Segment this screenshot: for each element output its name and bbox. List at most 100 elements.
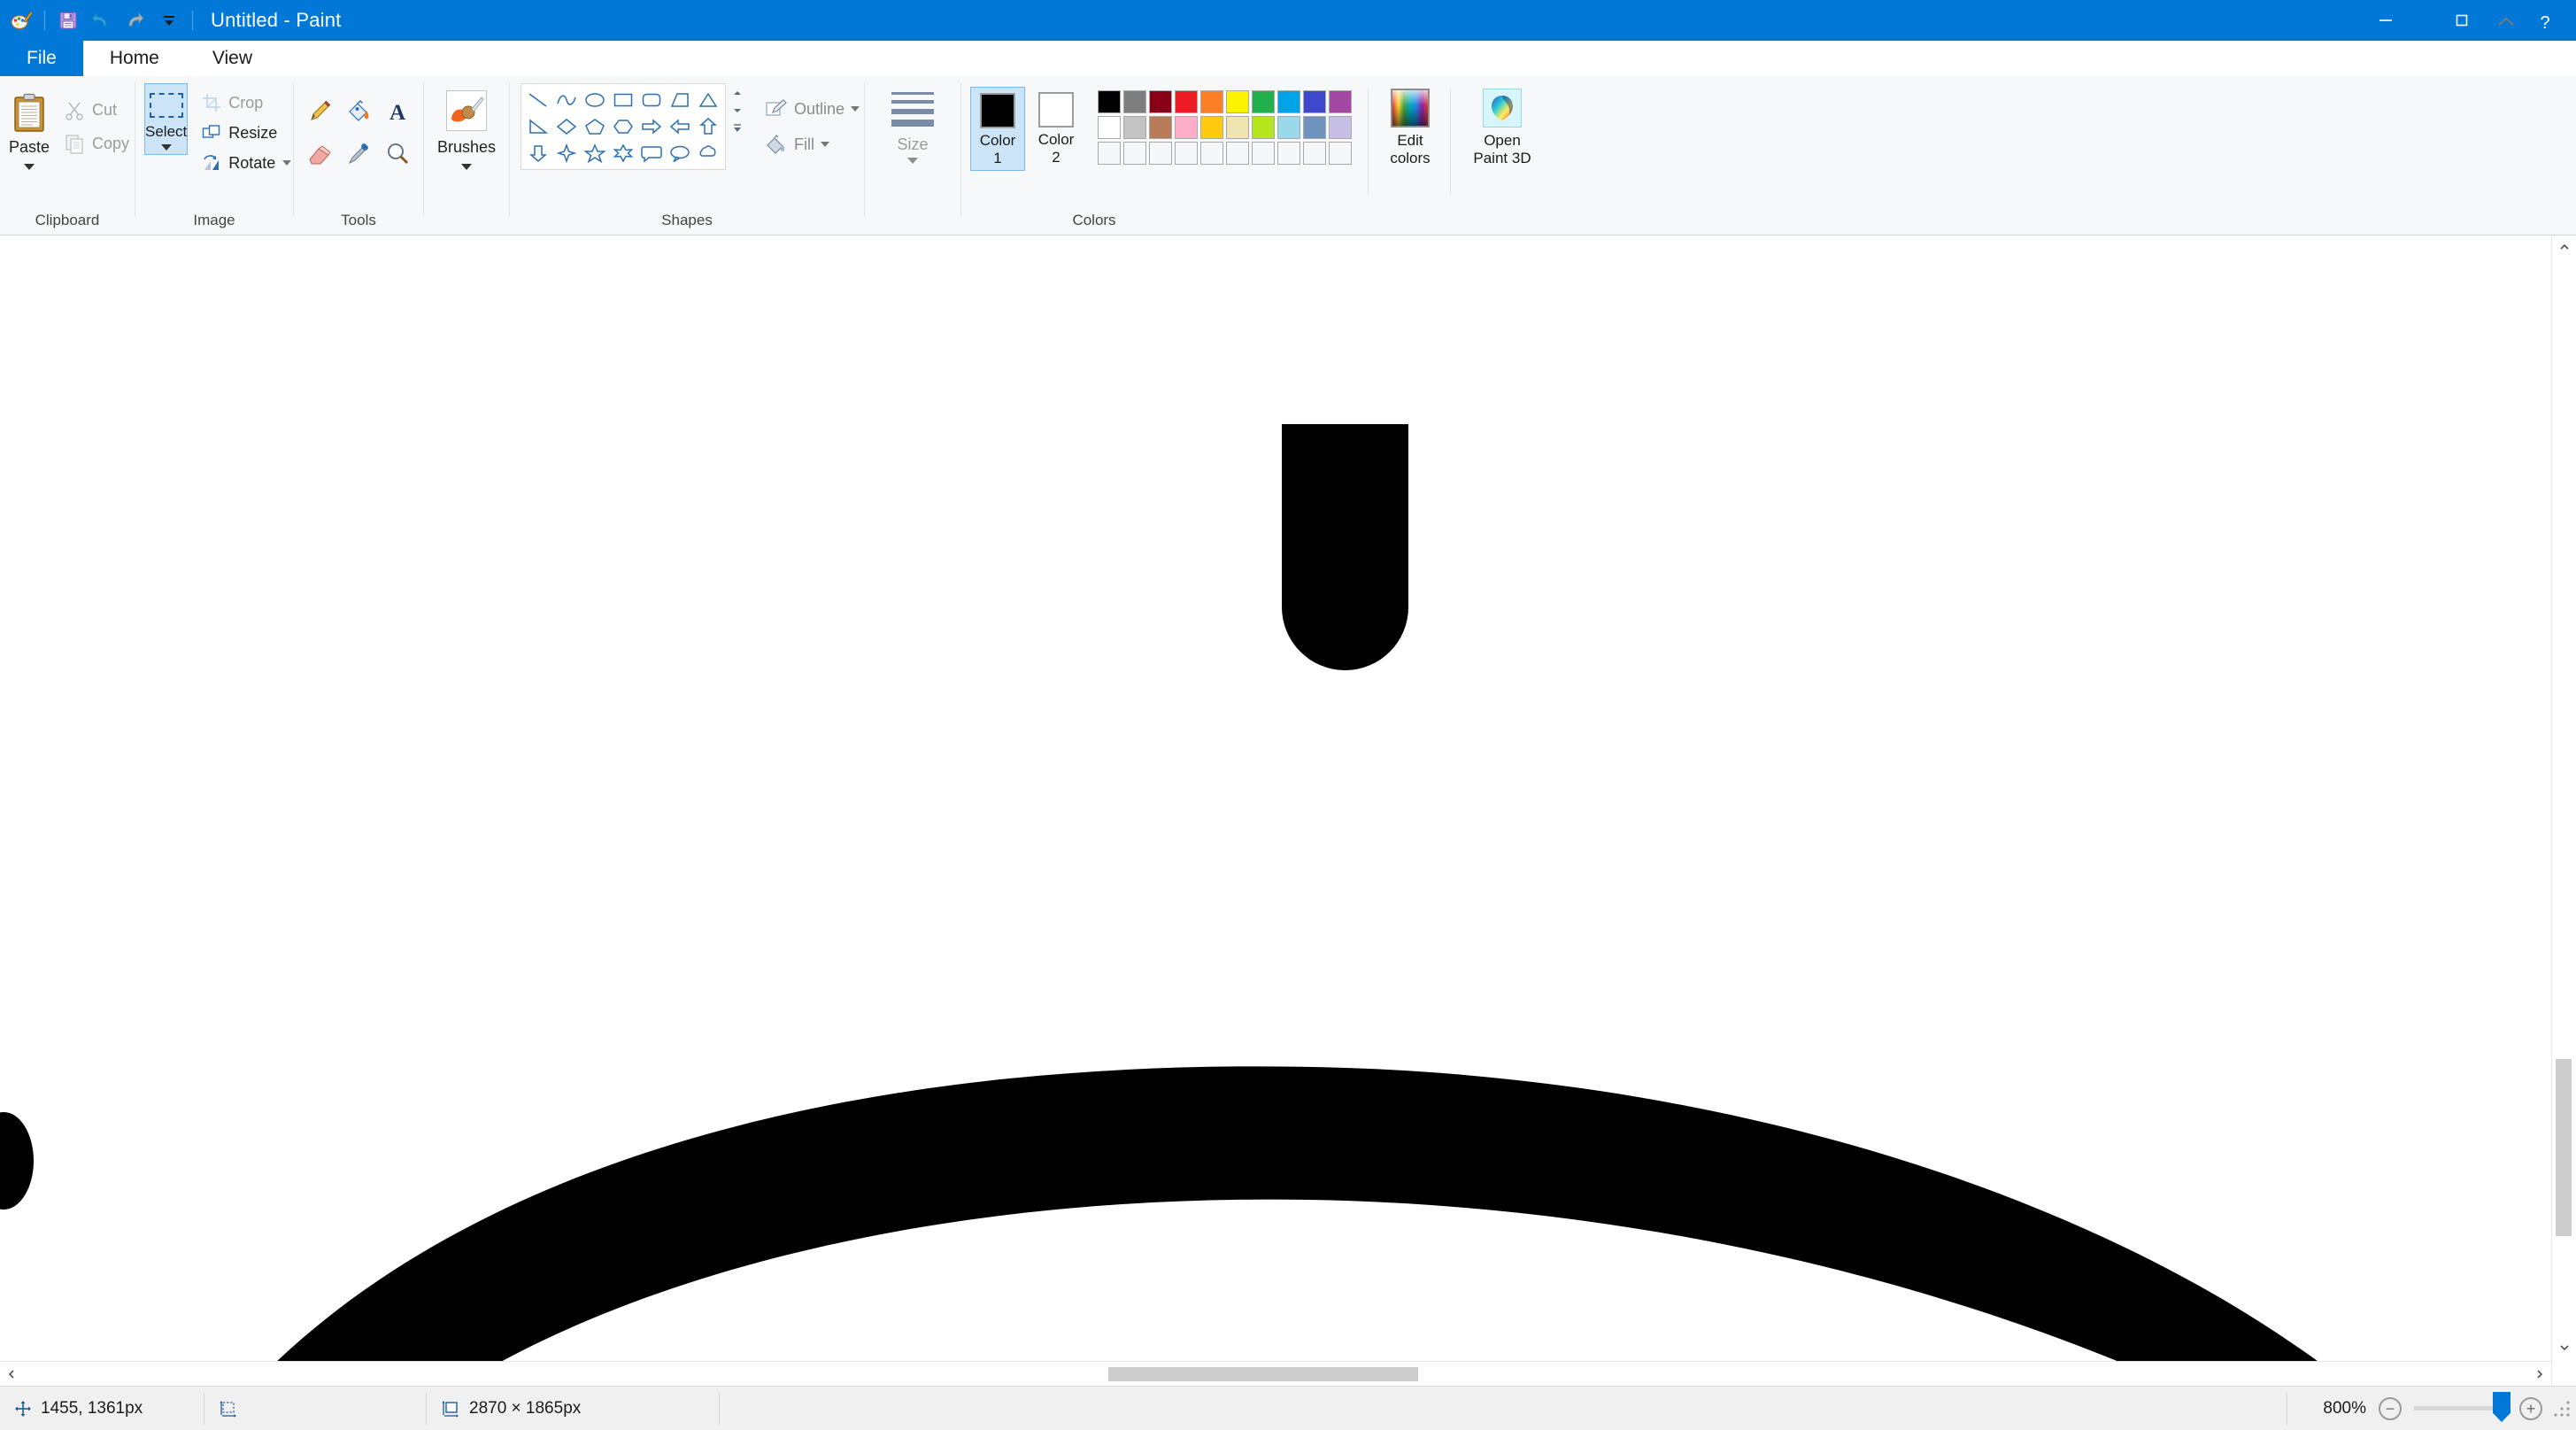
select-button[interactable]: Select bbox=[144, 83, 189, 155]
shape-up-arrow[interactable] bbox=[694, 113, 722, 140]
fill-dropdown-icon[interactable] bbox=[821, 142, 829, 147]
scroll-up-icon[interactable] bbox=[2552, 236, 2576, 259]
fill-with-color-tool-icon[interactable] bbox=[339, 90, 378, 133]
palette-swatch[interactable] bbox=[1226, 116, 1249, 139]
palette-swatch[interactable] bbox=[1175, 142, 1198, 165]
palette-swatch[interactable] bbox=[1149, 116, 1172, 139]
color-picker-tool-icon[interactable] bbox=[339, 133, 378, 175]
maximize-button[interactable] bbox=[2424, 0, 2500, 41]
vertical-scroll-thumb[interactable] bbox=[2556, 1059, 2572, 1236]
shape-diamond[interactable] bbox=[552, 113, 581, 140]
palette-swatch[interactable] bbox=[1277, 116, 1300, 139]
redo-icon[interactable] bbox=[120, 4, 151, 37]
shape-right-triangle[interactable] bbox=[666, 87, 694, 113]
palette-swatch[interactable] bbox=[1252, 90, 1275, 113]
brushes-dropdown-icon[interactable] bbox=[461, 164, 472, 170]
collapse-ribbon-icon[interactable] bbox=[2495, 12, 2518, 35]
scroll-left-icon[interactable] bbox=[0, 1369, 23, 1380]
palette-swatch[interactable] bbox=[1226, 90, 1249, 113]
cut-button[interactable]: Cut bbox=[58, 96, 135, 124]
paint-logo-icon[interactable] bbox=[5, 4, 37, 37]
vertical-scrollbar[interactable] bbox=[2551, 236, 2576, 1386]
palette-swatch[interactable] bbox=[1329, 116, 1352, 139]
shape-rectangle[interactable] bbox=[609, 87, 637, 113]
tab-file[interactable]: File bbox=[0, 41, 83, 76]
palette-swatch[interactable] bbox=[1175, 116, 1198, 139]
palette-swatch[interactable] bbox=[1200, 142, 1223, 165]
palette-swatch[interactable] bbox=[1200, 116, 1223, 139]
brushes-button[interactable]: Brushes bbox=[426, 90, 507, 170]
palette-swatch[interactable] bbox=[1277, 90, 1300, 113]
palette-swatch[interactable] bbox=[1098, 116, 1121, 139]
shape-oval-callout[interactable] bbox=[666, 140, 694, 166]
help-button[interactable]: ? bbox=[2530, 8, 2560, 38]
palette-swatch[interactable] bbox=[1123, 116, 1146, 139]
outline-dropdown-icon[interactable] bbox=[851, 106, 860, 112]
scroll-right-icon[interactable] bbox=[2528, 1369, 2551, 1380]
palette-swatch[interactable] bbox=[1252, 142, 1275, 165]
save-icon[interactable] bbox=[52, 4, 84, 37]
shape-right-arrow[interactable] bbox=[637, 113, 666, 140]
paste-dropdown-icon[interactable] bbox=[23, 164, 35, 170]
eraser-tool-icon[interactable] bbox=[300, 133, 339, 175]
palette-swatch[interactable] bbox=[1149, 142, 1172, 165]
zoom-out-button[interactable]: − bbox=[2379, 1396, 2402, 1420]
paste-button[interactable]: Paste bbox=[0, 83, 58, 170]
shape-rounded-callout[interactable] bbox=[637, 140, 666, 166]
zoom-in-button[interactable]: + bbox=[2519, 1396, 2542, 1420]
palette-swatch[interactable] bbox=[1303, 142, 1326, 165]
copy-button[interactable]: Copy bbox=[58, 129, 135, 158]
canvas-area[interactable] bbox=[0, 236, 2576, 1386]
palette-swatch[interactable] bbox=[1149, 90, 1172, 113]
shape-pentagon[interactable] bbox=[581, 113, 609, 140]
horizontal-scrollbar[interactable] bbox=[0, 1361, 2551, 1386]
shapes-scroll-down-icon[interactable] bbox=[729, 103, 745, 119]
palette-swatch[interactable] bbox=[1329, 142, 1352, 165]
palette-swatch[interactable] bbox=[1098, 142, 1121, 165]
drawing-canvas[interactable] bbox=[0, 236, 2576, 1386]
palette-swatch[interactable] bbox=[1123, 142, 1146, 165]
zoom-slider[interactable] bbox=[2414, 1392, 2510, 1422]
tab-view[interactable]: View bbox=[185, 41, 280, 76]
fill-button[interactable]: Fill bbox=[765, 129, 860, 159]
shape-six-point-star[interactable] bbox=[609, 140, 637, 166]
palette-swatch[interactable] bbox=[1303, 90, 1326, 113]
shape-left-arrow[interactable] bbox=[666, 113, 694, 140]
scroll-down-icon[interactable] bbox=[2552, 1336, 2576, 1359]
select-dropdown-icon[interactable] bbox=[160, 144, 172, 151]
size-button[interactable]: Size bbox=[881, 83, 945, 164]
shapes-expand-icon[interactable] bbox=[729, 120, 745, 136]
magnifier-tool-icon[interactable] bbox=[378, 133, 417, 175]
resize-button[interactable]: Resize bbox=[197, 119, 297, 147]
shape-five-point-star[interactable] bbox=[581, 140, 609, 166]
palette-swatch[interactable] bbox=[1252, 116, 1275, 139]
outline-button[interactable]: Outline bbox=[765, 94, 860, 124]
palette-swatch[interactable] bbox=[1226, 142, 1249, 165]
shape-line[interactable] bbox=[524, 87, 552, 113]
shapes-scroll-up-icon[interactable] bbox=[729, 85, 745, 101]
resize-grip-icon[interactable] bbox=[2553, 1399, 2571, 1418]
palette-swatch[interactable] bbox=[1277, 142, 1300, 165]
palette-swatch[interactable] bbox=[1123, 90, 1146, 113]
rotate-button[interactable]: Rotate bbox=[197, 149, 297, 177]
shape-rounded-rectangle[interactable] bbox=[637, 87, 666, 113]
horizontal-scroll-thumb[interactable] bbox=[1108, 1367, 1418, 1381]
shape-hexagon[interactable] bbox=[609, 113, 637, 140]
palette-swatch[interactable] bbox=[1303, 116, 1326, 139]
pencil-tool-icon[interactable] bbox=[300, 90, 339, 133]
rotate-dropdown-icon[interactable] bbox=[282, 160, 292, 166]
crop-button[interactable]: Crop bbox=[197, 89, 297, 117]
color-2-button[interactable]: Color 2 bbox=[1029, 87, 1084, 171]
shape-down-arrow[interactable] bbox=[524, 140, 552, 166]
undo-icon[interactable] bbox=[86, 4, 118, 37]
shape-oval[interactable] bbox=[581, 87, 609, 113]
palette-swatch[interactable] bbox=[1200, 90, 1223, 113]
palette-swatch[interactable] bbox=[1098, 90, 1121, 113]
color-1-button[interactable]: Color 1 bbox=[970, 87, 1025, 172]
open-paint-3d-button[interactable]: Open Paint 3D bbox=[1462, 83, 1543, 168]
palette-swatch[interactable] bbox=[1329, 90, 1352, 113]
size-dropdown-icon[interactable] bbox=[907, 158, 918, 164]
palette-swatch[interactable] bbox=[1175, 90, 1198, 113]
minimize-button[interactable] bbox=[2348, 0, 2424, 41]
shape-four-point-star[interactable] bbox=[552, 140, 581, 166]
